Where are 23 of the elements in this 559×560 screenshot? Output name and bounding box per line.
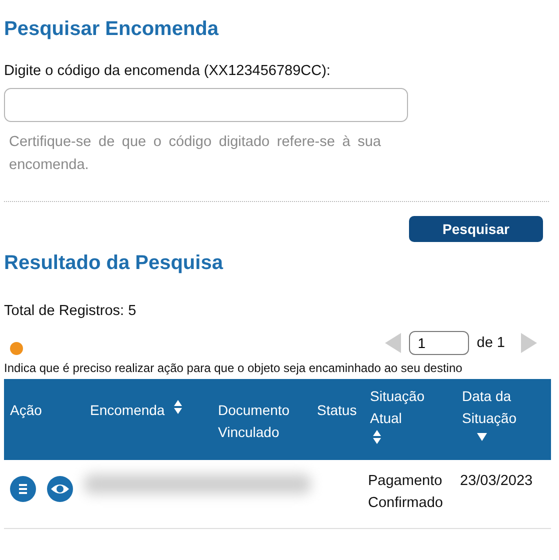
- column-header: Data da Situação: [462, 388, 516, 426]
- table-cell-text: 23/03/2023: [459, 472, 534, 491]
- eye-icon[interactable]: [46, 476, 74, 502]
- field-label: Digite o código da encomenda (XX123456789CC):: [4, 63, 332, 79]
- column-header: Documento Vinculado: [218, 402, 290, 440]
- legend-text: Indica que é preciso realizar ação para que o objeto seja encaminhado ao seu destino: [4, 361, 464, 375]
- hint-text: Certifique-se de que o código digitado refere-se à sua encomenda.: [9, 133, 381, 175]
- table-cell-text: Pagamento Confirmado: [367, 472, 444, 513]
- section-title: Resultado da Pesquisa: [4, 252, 224, 275]
- page-count: de 1: [476, 335, 505, 351]
- sort-icon[interactable]: [172, 399, 183, 415]
- search-button[interactable]: Pesquisar: [409, 216, 543, 242]
- section-title: Pesquisar Encomenda: [4, 18, 220, 41]
- column-header: Status: [317, 402, 357, 418]
- list-icon[interactable]: [10, 476, 36, 502]
- sort-icon[interactable]: [372, 429, 382, 445]
- page-field[interactable]: 1: [408, 331, 469, 355]
- column-header: Encomenda: [90, 402, 165, 418]
- sort-descending-icon[interactable]: [476, 432, 488, 442]
- column-header: Ação: [10, 402, 42, 418]
- tracking-code-field[interactable]: [4, 88, 408, 122]
- column-header: Situação Atual: [370, 388, 424, 426]
- total-records: Total de Registros: 5: [4, 303, 138, 319]
